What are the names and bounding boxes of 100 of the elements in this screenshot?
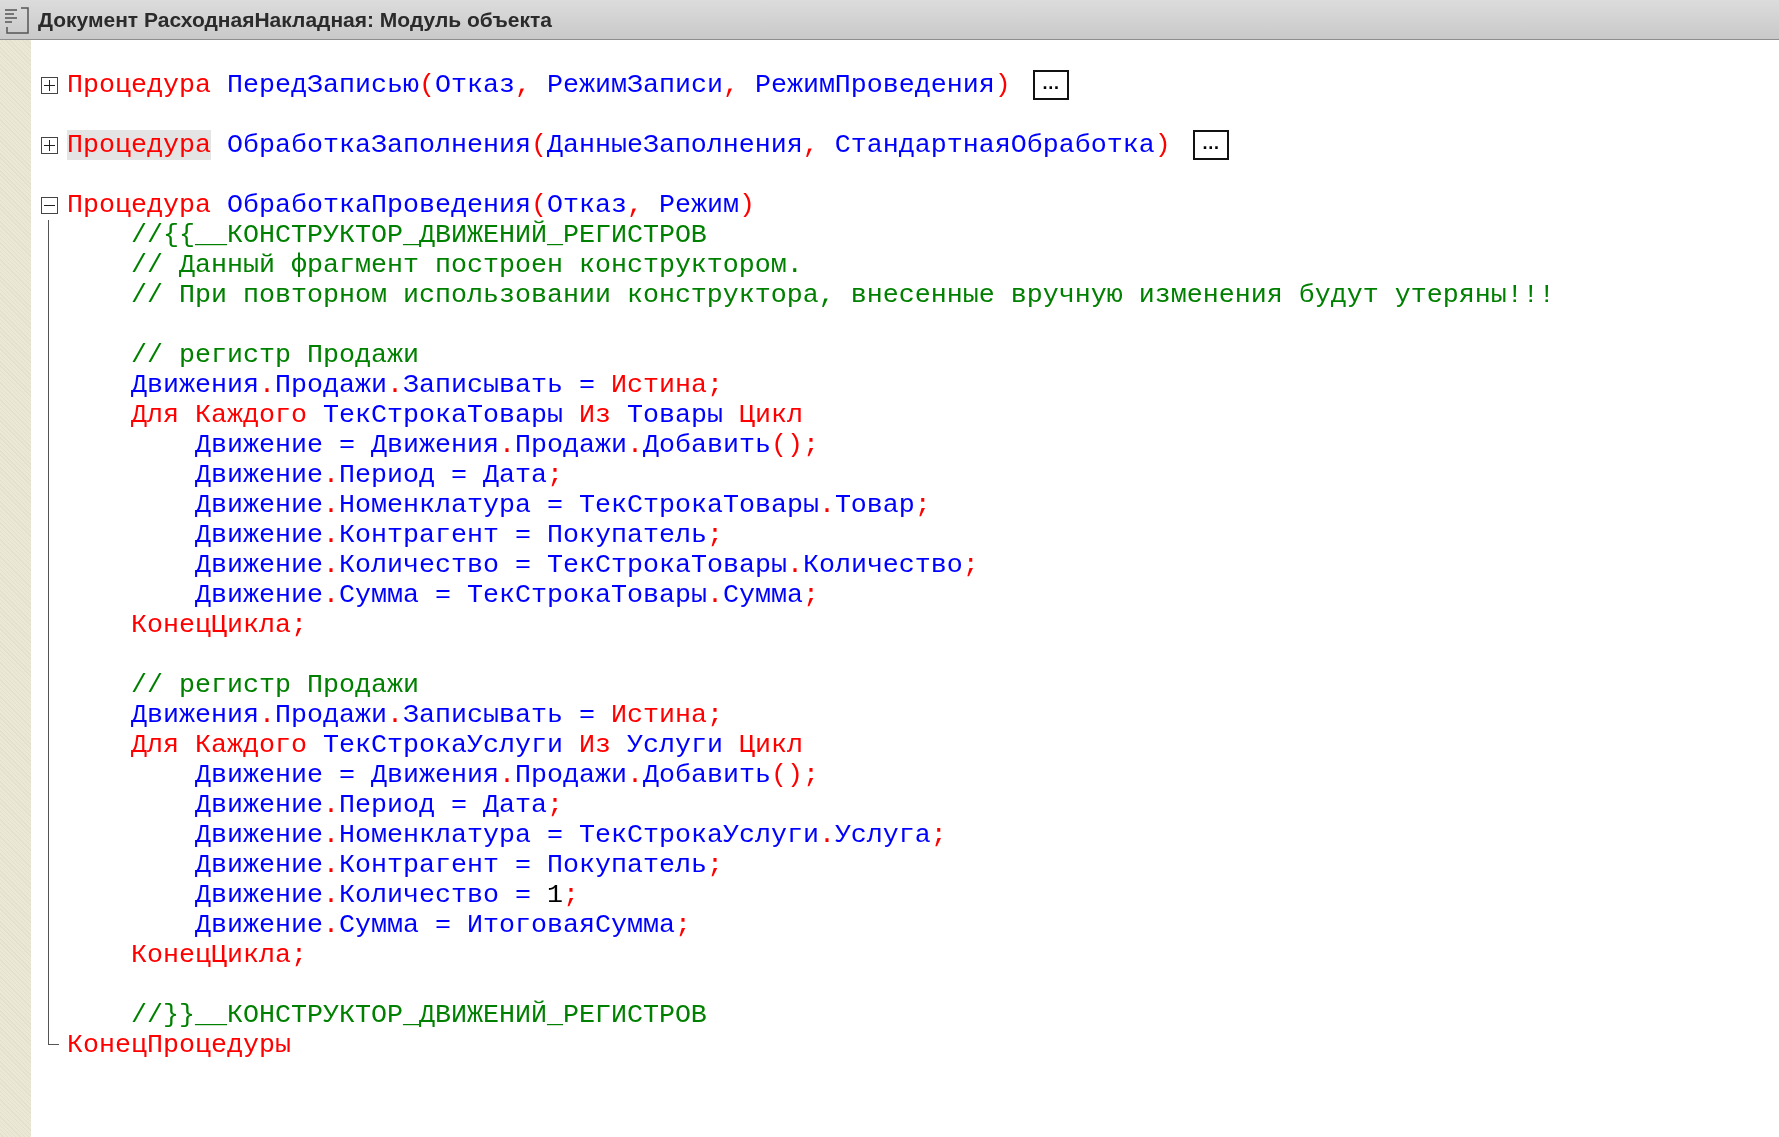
punctuation: . <box>323 790 339 820</box>
punctuation: ; <box>546 460 563 490</box>
punctuation: . <box>786 550 803 580</box>
identifier: Контрагент = Покупатель <box>339 850 707 880</box>
keyword: Из <box>578 400 611 430</box>
identifier: Продажи <box>275 370 387 400</box>
punctuation: . <box>323 880 339 910</box>
punctuation: . <box>498 760 515 790</box>
collapse-icon[interactable] <box>40 196 58 214</box>
identifier: Движение = Движения <box>195 430 499 460</box>
punctuation: , <box>802 130 820 160</box>
identifier: Движение = Движения <box>195 760 499 790</box>
identifier: Записывать = <box>402 700 596 730</box>
punctuation: ; <box>962 550 979 580</box>
punctuation: ; <box>546 790 563 820</box>
punctuation: ; <box>562 880 579 910</box>
identifier: Количество <box>802 550 963 580</box>
punctuation: . <box>323 580 339 610</box>
identifier: Сумма <box>722 580 803 610</box>
punctuation: . <box>323 910 339 940</box>
punctuation: ; <box>914 490 931 520</box>
punctuation: ; <box>706 700 723 730</box>
punctuation: , <box>722 70 740 100</box>
keyword: Для Каждого <box>131 400 307 430</box>
identifier: ТекСтрокаУслуги <box>322 730 563 760</box>
punctuation: (); <box>770 760 819 790</box>
punctuation: ; <box>802 580 819 610</box>
identifier: Отказ <box>546 190 627 220</box>
punctuation: , <box>626 190 644 220</box>
identifier: Номенклатура = ТекСтрокаУслуги <box>339 820 819 850</box>
keyword: КонецЦикла <box>131 610 291 640</box>
identifier: ОбработкаЗаполнения <box>226 130 531 160</box>
identifier: СтандартнаяОбработка <box>834 130 1155 160</box>
punctuation: . <box>818 490 835 520</box>
identifier: Товар <box>834 490 915 520</box>
identifier: Движения <box>131 370 259 400</box>
identifier: Количество = ТекСтрокаТовары <box>339 550 787 580</box>
identifier: Движение <box>195 490 323 520</box>
identifier: Добавить <box>642 430 771 460</box>
identifier: Период = Дата <box>339 790 547 820</box>
punctuation: ( <box>530 130 547 160</box>
punctuation: ) <box>1154 130 1171 160</box>
expand-icon[interactable] <box>40 136 58 154</box>
identifier: Записывать = <box>402 370 596 400</box>
punctuation: . <box>706 580 723 610</box>
punctuation: . <box>259 370 275 400</box>
punctuation: . <box>498 430 515 460</box>
punctuation: . <box>626 430 643 460</box>
punctuation: ( <box>418 70 435 100</box>
punctuation: . <box>386 370 403 400</box>
identifier: Отказ <box>434 70 515 100</box>
identifier: Сумма = ТекСтрокаТовары <box>339 580 707 610</box>
identifier: Контрагент = Покупатель <box>339 520 707 550</box>
punctuation: ; <box>674 910 691 940</box>
identifier: Движения <box>131 700 259 730</box>
punctuation: . <box>259 700 275 730</box>
identifier: Товары <box>626 400 723 430</box>
identifier: Продажи <box>514 430 627 460</box>
punctuation: . <box>323 490 339 520</box>
identifier: Продажи <box>514 760 627 790</box>
identifier: ТекСтрокаТовары <box>322 400 563 430</box>
keyword: Цикл <box>738 400 803 430</box>
identifier: Движение <box>195 520 323 550</box>
identifier: РежимПроведения <box>754 70 995 100</box>
punctuation: , <box>514 70 532 100</box>
identifier: ПередЗаписью <box>226 70 419 100</box>
code-comment: //{{__КОНСТРУКТОР_ДВИЖЕНИЙ_РЕГИСТРОВ <box>131 220 707 250</box>
identifier: Период = Дата <box>339 460 547 490</box>
keyword: КонецЦикла <box>131 940 291 970</box>
identifier: Движение <box>195 910 323 940</box>
identifier: Номенклатура = ТекСтрокаТовары <box>339 490 819 520</box>
identifier: РежимЗаписи <box>546 70 723 100</box>
punctuation: . <box>818 820 835 850</box>
punctuation: . <box>323 460 339 490</box>
collapsed-code-button[interactable]: … <box>1032 70 1069 100</box>
identifier: Движение <box>195 790 323 820</box>
identifier: Услуги <box>626 730 723 760</box>
identifier: ДанныеЗаполнения <box>546 130 803 160</box>
punctuation: . <box>626 760 643 790</box>
punctuation: ( <box>530 190 547 220</box>
keyword: Истина <box>610 700 707 730</box>
keyword: Цикл <box>738 730 803 760</box>
punctuation: ; <box>706 850 723 880</box>
punctuation: . <box>323 520 339 550</box>
identifier: Услуга <box>834 820 931 850</box>
punctuation: ; <box>706 520 723 550</box>
collapsed-code-button[interactable]: … <box>1192 130 1229 160</box>
identifier: Продажи <box>275 700 387 730</box>
keyword: Процедура <box>67 70 211 100</box>
identifier: Движение <box>195 820 323 850</box>
window-title: Документ РасходнаяНакладная: Модуль объекта <box>38 7 552 32</box>
expand-icon[interactable] <box>40 76 58 94</box>
code-comment: // При повторном использовании конструктора, внесенные вручную изменения будут утеряны!!! <box>131 280 1555 310</box>
punctuation: ) <box>738 190 755 220</box>
punctuation: . <box>323 820 339 850</box>
module-icon <box>4 4 30 35</box>
punctuation: . <box>323 550 339 580</box>
identifier: Движение <box>195 550 323 580</box>
identifier: Добавить <box>642 760 771 790</box>
punctuation: ) <box>994 70 1011 100</box>
